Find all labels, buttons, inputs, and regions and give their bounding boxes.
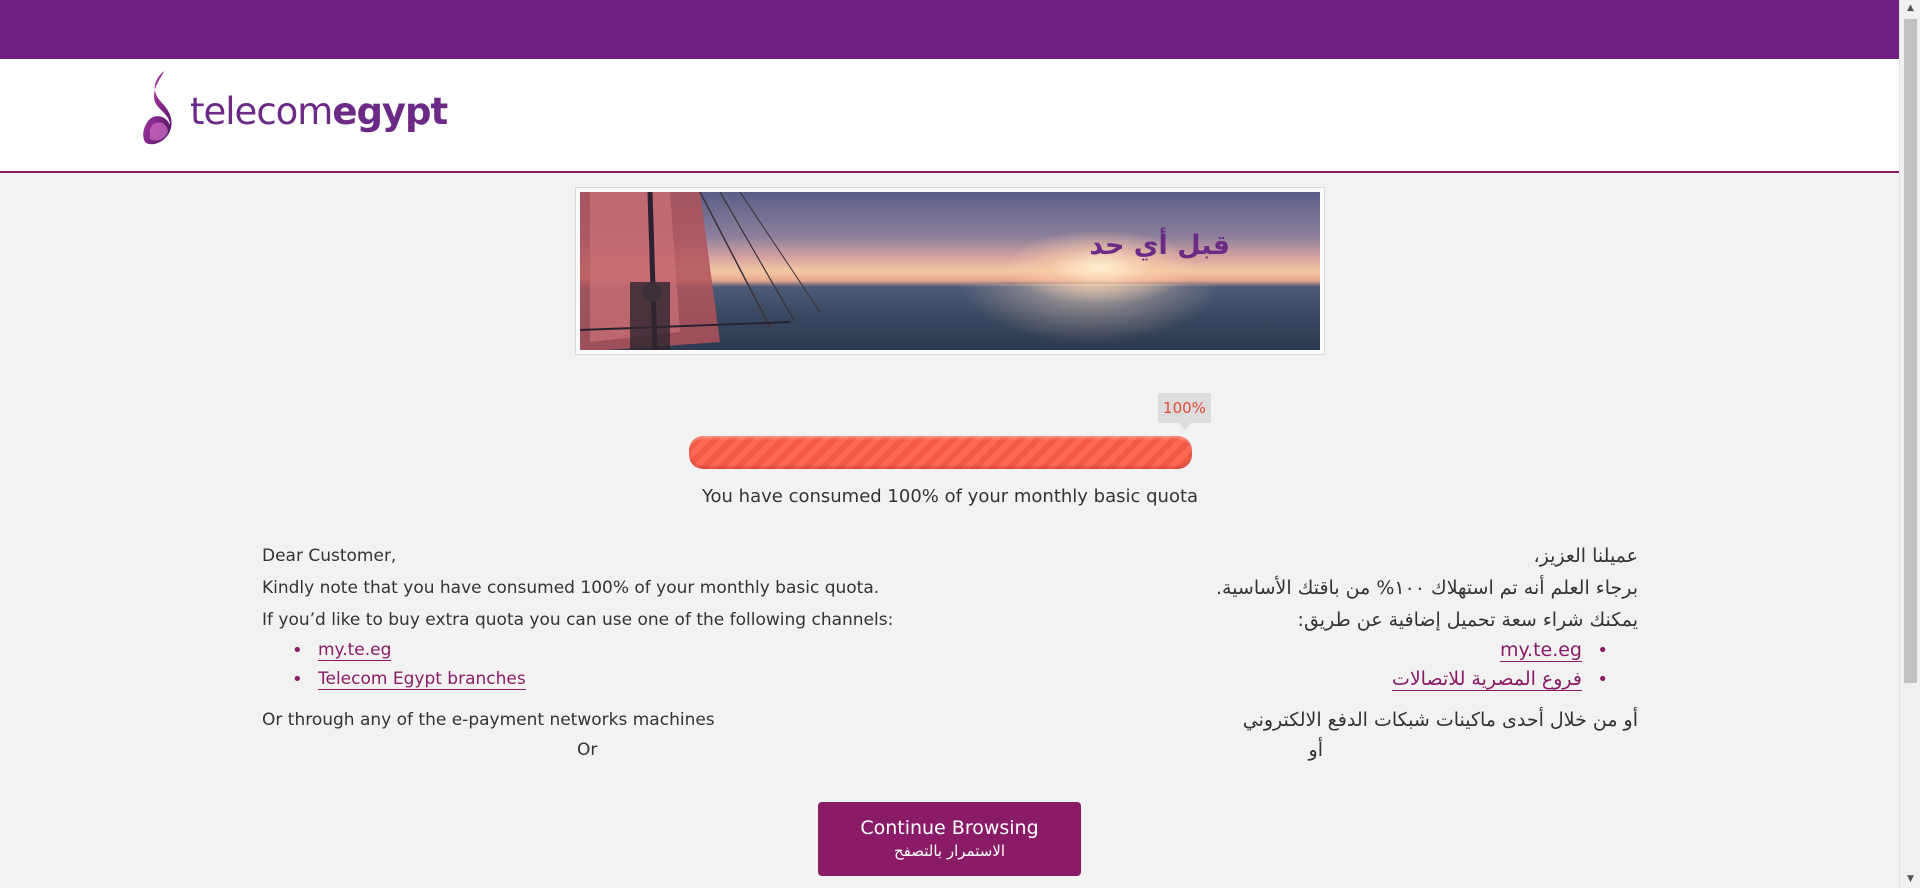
english-note: Kindly note that you have consumed 100% … <box>262 578 880 598</box>
quota-percent-badge: 100% <box>1158 393 1211 430</box>
arabic-channel-item: my.te.eg <box>1140 636 1638 665</box>
banner-tagline: قبل أي حد <box>1089 230 1230 261</box>
quota-progress-bar <box>689 436 1192 469</box>
scrollbar-thumb[interactable] <box>1904 19 1917 683</box>
promo-banner[interactable]: قبل أي حد <box>575 187 1325 355</box>
scroll-up-arrow-icon[interactable]: ▲ <box>1900 0 1920 17</box>
english-epayment-text: Or through any of the e-payment networks… <box>262 710 715 730</box>
arabic-epayment-text: أو من خلال أحدى ماكينات شبكات الدفع الال… <box>1242 709 1638 731</box>
vertical-scrollbar[interactable]: ▲ ▼ <box>1899 0 1920 888</box>
arabic-message: عميلنا العزيز، برجاء العلم أنه تم استهلا… <box>1140 540 1638 766</box>
english-channel-item: my.te.eg <box>262 636 902 665</box>
logo-text-egypt: egypt <box>332 89 448 133</box>
arabic-channels-intro: يمكنك شراء سعة تحميل إضافية عن طريق: <box>1297 609 1638 631</box>
telecom-egypt-swirl-icon <box>140 69 186 149</box>
link-my-te-eg-ar[interactable]: my.te.eg <box>1499 639 1582 662</box>
top-brand-bar <box>0 0 1899 59</box>
continue-button-label-ar: الاستمرار بالتصفح <box>893 842 1006 860</box>
continue-button-label-en: Continue Browsing <box>860 817 1039 839</box>
sailboat-illustration <box>580 192 821 350</box>
telecom-egypt-logo[interactable]: telecomegypt <box>140 69 448 149</box>
link-telecom-egypt-branches[interactable]: Telecom Egypt branches <box>318 669 526 690</box>
arabic-greeting: عميلنا العزيز، <box>1533 545 1638 567</box>
logo-text-telecom: telecom <box>190 89 333 133</box>
arabic-channel-item: فروع المصرية للاتصالات <box>1140 665 1638 694</box>
continue-browsing-button[interactable]: Continue Browsing الاستمرار بالتصفح <box>818 802 1081 876</box>
scroll-down-arrow-icon[interactable]: ▼ <box>1900 871 1920 888</box>
english-or-text: Or <box>577 740 598 760</box>
link-te-branches-ar[interactable]: فروع المصرية للاتصالات <box>1391 668 1582 691</box>
english-channel-item: Telecom Egypt branches <box>262 665 902 694</box>
arabic-channels-list: my.te.eg فروع المصرية للاتصالات <box>1140 636 1638 694</box>
arabic-note: برجاء العلم أنه تم استهلاك ١٠٠% من باقتك… <box>1215 577 1638 599</box>
arabic-or-text: أو <box>1308 739 1323 761</box>
english-channels-intro: If you’d like to buy extra quota you can… <box>262 610 894 630</box>
quota-progress-fill <box>689 436 1192 469</box>
english-channels-list: my.te.eg Telecom Egypt branches <box>262 636 902 694</box>
english-message: Dear Customer, Kindly note that you have… <box>262 540 902 766</box>
banner-image: قبل أي حد <box>580 192 1320 350</box>
site-header: telecomegypt <box>0 59 1899 173</box>
link-my-te-eg[interactable]: my.te.eg <box>318 640 392 661</box>
english-greeting: Dear Customer, <box>262 546 397 566</box>
quota-caption: You have consumed 100% of your monthly b… <box>701 486 1199 507</box>
